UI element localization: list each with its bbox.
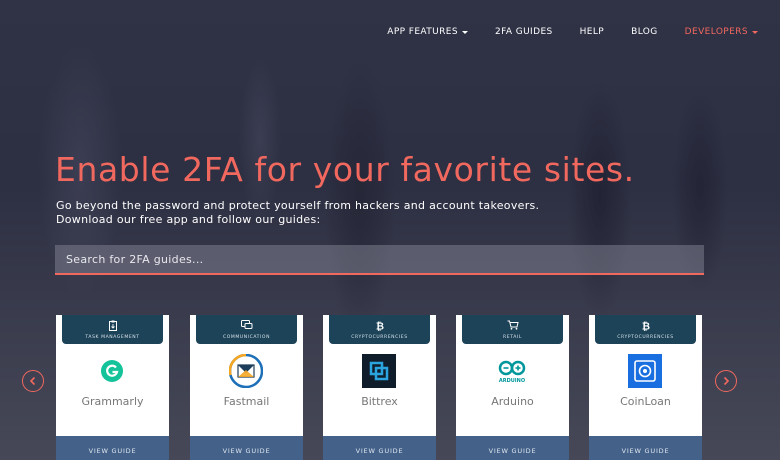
svg-text:₿: ₿: [376, 320, 384, 331]
chat-icon: [240, 319, 253, 331]
card-category-label: TASK MANAGEMENT: [85, 335, 140, 340]
guide-card-grammarly[interactable]: TASK MANAGEMENT Grammarly VIEW GUIDE: [56, 315, 169, 460]
nav-app-features[interactable]: APP FEATURES: [387, 27, 468, 37]
bittrex-logo: [362, 354, 396, 388]
card-service-name: Bittrex: [361, 395, 398, 408]
card-category-label: COMMUNICATION: [222, 335, 271, 340]
card-category-label: CRYPTOCURRENCIES: [351, 335, 408, 340]
view-guide-button[interactable]: VIEW GUIDE: [456, 436, 569, 460]
nav-developers-label: DEVELOPERS: [684, 27, 748, 37]
chevron-right-icon: [723, 376, 730, 386]
view-guide-button[interactable]: VIEW GUIDE: [323, 436, 436, 460]
nav-help-label: HELP: [579, 27, 605, 37]
card-category-tab: RETAIL: [462, 315, 563, 344]
nav-blog-label: BLOG: [631, 27, 658, 37]
clipboard-icon: [107, 319, 119, 331]
chevron-left-icon: [29, 376, 36, 386]
grammarly-logo: [95, 354, 129, 388]
top-nav: APP FEATURES 2FA GUIDES HELP BLOG DEVELO…: [360, 27, 758, 37]
svg-text:₿: ₿: [642, 320, 650, 331]
hero-title: Enable 2FA for your favorite sites.: [55, 150, 635, 189]
card-category-tab: TASK MANAGEMENT: [62, 315, 163, 344]
guide-card-bittrex[interactable]: ₿ CRYPTOCURRENCIES Bittrex VIEW GUIDE: [323, 315, 436, 460]
card-service-name: CoinLoan: [620, 395, 671, 408]
guide-card-arduino[interactable]: RETAIL ARDUINO Arduino VIEW GUIDE: [456, 315, 569, 460]
coinloan-logo: [628, 354, 662, 388]
guides-search-input[interactable]: [55, 245, 704, 275]
card-category-tab: COMMUNICATION: [196, 315, 297, 344]
hero-subtitle-line2: Download our free app and follow our gui…: [56, 213, 321, 226]
nav-help[interactable]: HELP: [580, 27, 605, 37]
arduino-logo: ARDUINO: [495, 354, 529, 388]
view-guide-button[interactable]: VIEW GUIDE: [56, 436, 169, 460]
card-service-name: Arduino: [491, 395, 534, 408]
hero-subtitle-line1: Go beyond the password and protect yours…: [56, 199, 540, 212]
card-service-name: Fastmail: [223, 395, 270, 408]
caret-down-icon: [462, 30, 468, 34]
fastmail-logo: [229, 354, 263, 388]
view-guide-button[interactable]: VIEW GUIDE: [190, 436, 303, 460]
bitcoin-icon: ₿: [374, 319, 386, 331]
guide-card-coinloan[interactable]: ₿ CRYPTOCURRENCIES CoinLoan VIEW GUIDE: [589, 315, 702, 460]
svg-text:ARDUINO: ARDUINO: [499, 378, 525, 384]
card-category-tab: ₿ CRYPTOCURRENCIES: [595, 315, 696, 344]
nav-developers[interactable]: DEVELOPERS: [685, 27, 758, 37]
bitcoin-icon: ₿: [640, 319, 652, 331]
card-service-name: Grammarly: [81, 395, 144, 408]
nav-2fa-guides-label: 2FA GUIDES: [495, 27, 553, 37]
cart-icon: [507, 319, 519, 331]
nav-app-features-label: APP FEATURES: [387, 27, 458, 37]
nav-blog[interactable]: BLOG: [631, 27, 658, 37]
nav-2fa-guides[interactable]: 2FA GUIDES: [495, 27, 553, 37]
carousel-prev-button[interactable]: [22, 370, 44, 392]
carousel-next-button[interactable]: [715, 370, 737, 392]
caret-down-icon: [752, 30, 758, 34]
card-category-label: CRYPTOCURRENCIES: [617, 335, 674, 340]
guide-card-fastmail[interactable]: COMMUNICATION Fastmail VIEW GUIDE: [190, 315, 303, 460]
view-guide-button[interactable]: VIEW GUIDE: [589, 436, 702, 460]
card-category-label: RETAIL: [503, 335, 522, 340]
card-category-tab: ₿ CRYPTOCURRENCIES: [329, 315, 430, 344]
